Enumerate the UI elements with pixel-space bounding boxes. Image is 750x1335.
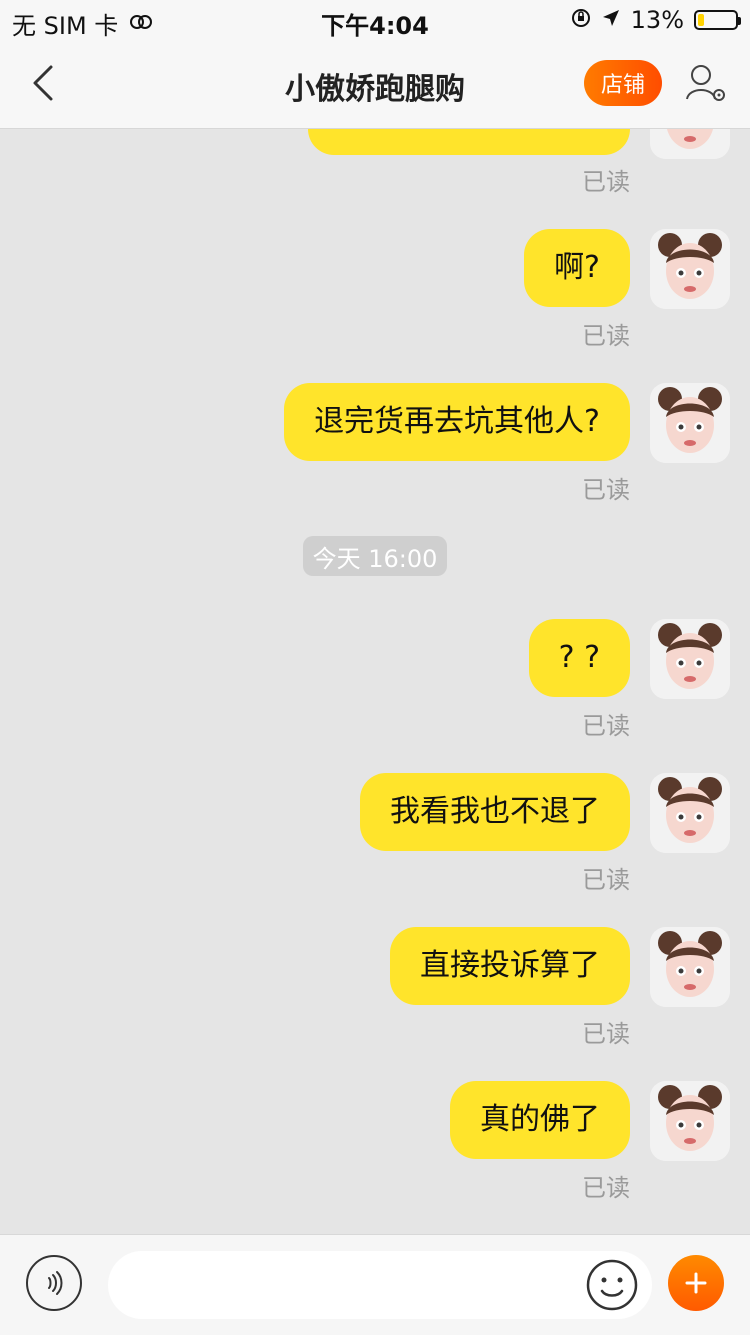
status-bar: 无 SIM 卡 下午4:04 13% — [0, 0, 750, 40]
avatar[interactable] — [650, 383, 730, 463]
avatar-face-icon — [650, 129, 730, 159]
location-arrow-icon — [601, 6, 621, 34]
screen-lock-icon — [571, 6, 591, 34]
emoji-icon — [586, 1259, 638, 1311]
message-bubble[interactable]: 我看我也不退了 — [360, 773, 630, 851]
avatar[interactable] — [650, 927, 730, 1007]
message-bubble[interactable] — [308, 129, 630, 155]
input-bar — [0, 1234, 750, 1335]
avatar[interactable] — [650, 229, 730, 309]
message-row: 啊? — [20, 229, 730, 309]
avatar[interactable] — [650, 773, 730, 853]
profile-settings-button[interactable] — [678, 56, 732, 110]
message-bubble[interactable]: 啊? — [524, 229, 630, 307]
message-row: 真的佛了 — [20, 1081, 730, 1161]
avatar[interactable] — [650, 619, 730, 699]
message-row: ? ? — [20, 619, 730, 699]
emoji-button[interactable] — [584, 1257, 640, 1313]
avatar-face-icon — [650, 619, 730, 699]
more-actions-button[interactable] — [668, 1255, 724, 1311]
message-row: 我看我也不退了 — [20, 773, 730, 853]
avatar-face-icon — [650, 1081, 730, 1161]
read-receipt: 已读 — [582, 168, 630, 196]
read-receipt: 已读 — [582, 866, 630, 894]
message-row — [20, 129, 730, 159]
message-input[interactable] — [108, 1251, 652, 1319]
avatar-face-icon — [650, 383, 730, 463]
message-bubble[interactable]: 退完货再去坑其他人? — [284, 383, 630, 461]
store-button[interactable]: 店铺 — [584, 60, 662, 106]
battery-icon — [694, 10, 741, 30]
avatar-face-icon — [650, 773, 730, 853]
read-receipt: 已读 — [582, 476, 630, 504]
status-right: 13% — [571, 6, 741, 34]
voice-button[interactable] — [26, 1255, 82, 1311]
message-row: 退完货再去坑其他人? — [20, 383, 730, 463]
message-row: 直接投诉算了 — [20, 927, 730, 1007]
avatar-face-icon — [650, 927, 730, 1007]
battery-fill — [698, 14, 704, 26]
user-settings-icon — [686, 65, 725, 101]
read-receipt: 已读 — [582, 1020, 630, 1048]
read-receipt: 已读 — [582, 712, 630, 740]
nav-bar: 小傲娇跑腿购 店铺 — [0, 40, 750, 129]
read-receipt: 已读 — [582, 322, 630, 350]
timestamp-badge: 今天 16:00 — [303, 536, 447, 576]
message-bubble[interactable]: 真的佛了 — [450, 1081, 630, 1159]
chat-area[interactable]: 已读 啊? 已读 退完货再去坑其他人? 已读 今天 16:00 ? ? 已读 我… — [0, 129, 750, 1234]
battery-percent: 13% — [630, 6, 684, 34]
avatar[interactable] — [650, 129, 730, 159]
plus-icon — [685, 1272, 707, 1294]
avatar-face-icon — [650, 229, 730, 309]
voice-icon — [48, 1271, 63, 1295]
read-receipt: 已读 — [582, 1174, 630, 1202]
message-bubble[interactable]: 直接投诉算了 — [390, 927, 630, 1005]
message-bubble[interactable]: ? ? — [528, 619, 630, 697]
avatar[interactable] — [650, 1081, 730, 1161]
